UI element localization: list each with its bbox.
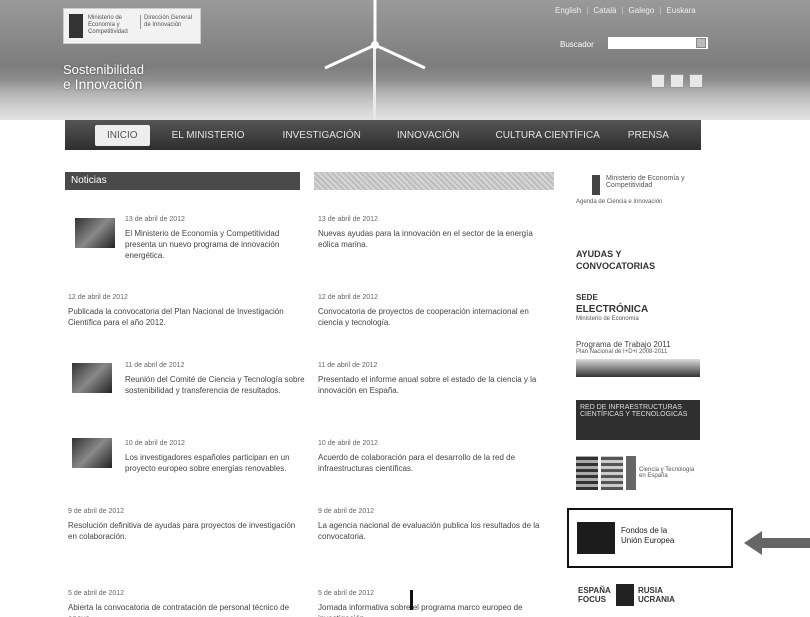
language-links: English | Català | Galego | Euskara [555, 6, 696, 15]
news-date: 11 de abril de 2012 [318, 362, 378, 369]
coat-of-arms-icon [592, 175, 600, 195]
news-date: 13 de abril de 2012 [125, 216, 185, 223]
eu-funds-banner[interactable]: Fondos de la Unión Europea [567, 508, 733, 568]
main-nav: Inicio El Ministerio Investigación Innov… [65, 120, 701, 150]
nav-item-investigacion[interactable]: Investigación [283, 130, 361, 141]
lang-link-galego[interactable]: Galego [629, 6, 655, 15]
book-icon [626, 456, 636, 490]
facebook-icon[interactable] [651, 74, 665, 88]
news-date: 9 de abril de 2012 [68, 508, 125, 515]
news-text: La agencia nacional de evaluación public… [318, 521, 540, 541]
site-title[interactable]: Sostenibilidad e Innovación [63, 62, 144, 92]
search-label: Buscador [560, 40, 594, 49]
news-heading-left: Noticias [65, 172, 300, 190]
pointer-arrow-icon [744, 531, 810, 555]
news-date: 9 de abril de 2012 [318, 508, 375, 515]
eu-funds-text: Fondos de la Unión Europea [621, 526, 675, 545]
book-icon [601, 456, 623, 490]
news-text: Jornada informativa sobre el programa ma… [318, 603, 523, 617]
news-date: 10 de abril de 2012 [125, 440, 185, 447]
news-item[interactable]: 5 de abril de 2012 Abierta la convocator… [68, 588, 300, 617]
news-item[interactable]: 12 de abril de 2012 Convocatoria de proy… [318, 292, 548, 328]
sidebar-ministry-name: Ministerio de Economía y Competitividad [606, 175, 685, 189]
logo-ministry-text: Ministerio de Economía y Competitividad [88, 15, 128, 35]
news-date: 13 de abril de 2012 [318, 216, 378, 223]
text-cursor-mark [410, 590, 413, 610]
news-item[interactable]: 11 de abril de 2012 Reunión del Comité d… [125, 360, 305, 396]
nav-item-ministerio[interactable]: El Ministerio [172, 130, 245, 141]
news-thumbnail[interactable] [75, 218, 115, 248]
news-text: Convocatoria de proyectos de cooperación… [318, 307, 529, 327]
site-header: Ministerio de Economía y Competitividad … [0, 0, 810, 120]
sidebar-books-link[interactable]: Ciencia y Tecnología en España [576, 456, 700, 494]
logo-org-text: Dirección General de Innovación [140, 15, 198, 29]
eu-flag-icon [577, 522, 615, 554]
news-item[interactable]: 12 de abril de 2012 Publicada la convoca… [68, 292, 300, 328]
news-text: Resolución definitiva de ayudas para pro… [68, 521, 296, 541]
search-input[interactable] [608, 37, 708, 49]
sidebar-infraestructuras-banner[interactable]: RED DE INFRAESTRUCTURAS CIENTÍFICAS Y TE… [576, 400, 700, 440]
news-text: Los investigadores españoles participan … [125, 453, 290, 473]
ministry-logo[interactable]: Ministerio de Economía y Competitividad … [63, 8, 201, 44]
sidebar-programa-trabajo-link[interactable]: Programa de Trabajo 2011 Plan Nacional d… [576, 340, 700, 377]
news-date: 12 de abril de 2012 [68, 294, 128, 301]
lang-link-catala[interactable]: Català [593, 6, 616, 15]
nav-item-inicio[interactable]: Inicio [95, 124, 150, 146]
nav-item-prensa[interactable]: Prensa [628, 130, 669, 141]
news-date: 10 de abril de 2012 [318, 440, 378, 447]
news-item[interactable]: 9 de abril de 2012 La agencia nacional d… [318, 506, 548, 542]
lang-link-english[interactable]: English [555, 6, 581, 15]
news-text: Acuerdo de colaboración para el desarrol… [318, 453, 516, 473]
news-heading-right [314, 172, 554, 190]
lang-link-euskara[interactable]: Euskara [666, 6, 695, 15]
coat-of-arms-icon [69, 14, 83, 38]
programa-banner-image [576, 359, 700, 377]
sidebar-ayudas-link[interactable]: AYUDAS Y CONVOCATORIAS [576, 248, 700, 272]
news-item[interactable]: 10 de abril de 2012 Los investigadores e… [125, 438, 305, 474]
news-thumbnail[interactable] [72, 438, 112, 468]
book-icon [576, 456, 598, 490]
sidebar-ministry-block[interactable]: Ministerio de Economía y Competitividad … [576, 175, 700, 205]
rss-icon[interactable] [689, 74, 703, 88]
news-text: Nuevas ayudas para la innovación en el s… [318, 229, 533, 249]
news-text: Reunión del Comité de Ciencia y Tecnolog… [125, 375, 305, 395]
news-text: El Ministerio de Economía y Competitivid… [125, 229, 280, 260]
news-item[interactable]: 11 de abril de 2012 Presentado el inform… [318, 360, 548, 396]
news-text: Publicada la convocatoria del Plan Nacio… [68, 307, 284, 327]
sidebar-sede-electronica-link[interactable]: SEDE ELECTRÓNICA Ministerio de Economía [576, 292, 700, 322]
news-item[interactable]: 5 de abril de 2012 Jornada informativa s… [318, 588, 548, 617]
news-item[interactable]: 13 de abril de 2012 El Ministerio de Eco… [125, 214, 305, 261]
sidebar-ministry-link[interactable]: Agenda de Ciencia e Innovación [576, 199, 700, 205]
sidebar-bottom-logo[interactable]: ESPAÑA FOCUS RUSIA UCRANIA [578, 584, 676, 606]
news-date: 5 de abril de 2012 [68, 590, 125, 597]
nav-item-innovacion[interactable]: Innovación [397, 130, 460, 141]
news-text: Abierta la convocatoria de contratación … [68, 603, 290, 617]
news-item[interactable]: 13 de abril de 2012 Nuevas ayudas para l… [318, 214, 548, 250]
news-text: Presentado el informe anual sobre el est… [318, 375, 537, 395]
news-date: 12 de abril de 2012 [318, 294, 378, 301]
news-thumbnail[interactable] [72, 363, 112, 393]
news-item[interactable]: 9 de abril de 2012 Resolución definitiva… [68, 506, 300, 542]
search-button[interactable] [696, 38, 706, 48]
news-date: 5 de abril de 2012 [318, 590, 375, 597]
twitter-icon[interactable] [670, 74, 684, 88]
news-date: 11 de abril de 2012 [125, 362, 185, 369]
nav-item-cultura[interactable]: Cultura Científica [496, 130, 600, 141]
country-flag-icon [616, 584, 634, 606]
news-item[interactable]: 10 de abril de 2012 Acuerdo de colaborac… [318, 438, 548, 474]
social-icons [651, 74, 703, 88]
